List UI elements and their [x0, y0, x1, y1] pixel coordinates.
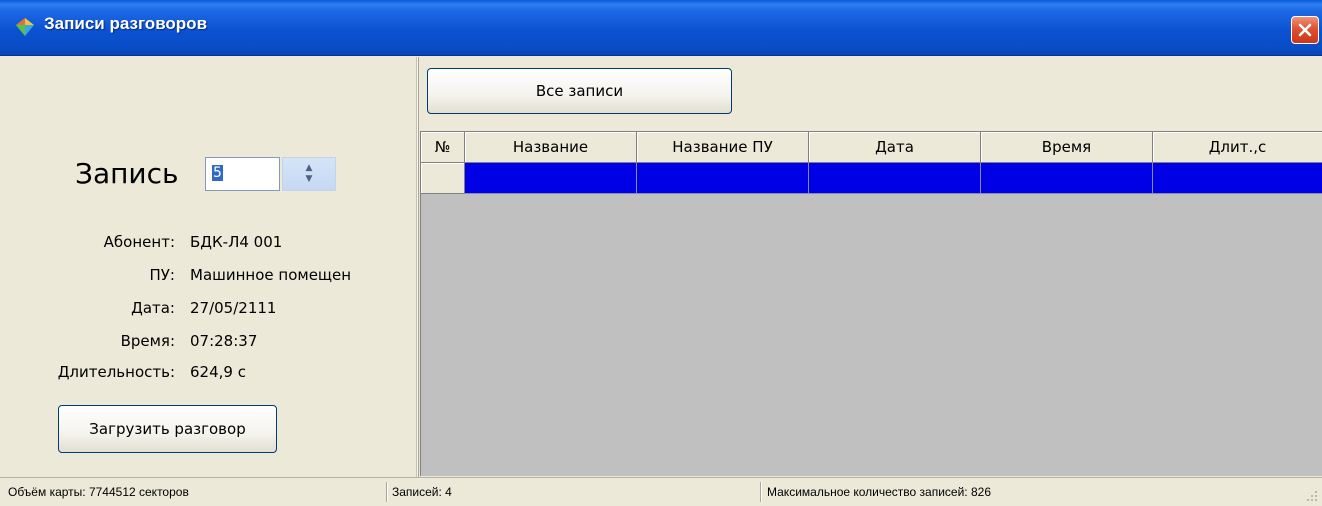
max-records-status: Максимальное количество записей: 826 — [767, 485, 991, 499]
spin-up-icon[interactable]: ▲ — [306, 164, 313, 173]
close-button[interactable] — [1291, 16, 1319, 44]
subscriber-label: Абонент: — [103, 233, 175, 251]
table-cell[interactable] — [465, 163, 637, 194]
row-indicator[interactable] — [421, 163, 465, 194]
panel-splitter[interactable] — [416, 57, 419, 477]
records-table[interactable]: № Название Название ПУ Дата Время Длит.,… — [420, 131, 1322, 476]
date-label: Дата: — [131, 299, 175, 317]
subscriber-value: БДК-Л4 001 — [190, 233, 283, 251]
column-date[interactable]: Дата — [809, 132, 981, 163]
record-label: Запись — [75, 157, 179, 190]
status-separator — [760, 482, 762, 502]
resize-grip-icon[interactable] — [1304, 488, 1318, 502]
status-bar: Объём карты: 7744512 секторов Записей: 4… — [0, 477, 1322, 506]
records-count-status: Записей: 4 — [392, 485, 452, 499]
load-conversation-button[interactable]: Загрузить разговор — [58, 405, 277, 453]
console-label: ПУ: — [149, 266, 175, 284]
table-header: № Название Название ПУ Дата Время Длит.,… — [421, 132, 1322, 163]
duration-label: Длительность: — [57, 363, 175, 381]
duration-value: 624,9 с — [190, 363, 246, 381]
title-bar: Записи разговоров — [0, 0, 1322, 56]
column-name[interactable]: Название — [465, 132, 637, 163]
record-number-input[interactable]: 5 — [205, 157, 280, 191]
close-icon — [1298, 23, 1312, 37]
column-number[interactable]: № — [421, 132, 465, 163]
all-records-button[interactable]: Все записи — [427, 68, 732, 114]
table-cell[interactable] — [1153, 163, 1322, 194]
date-value: 27/05/2111 — [190, 299, 277, 317]
spin-down-icon[interactable]: ▼ — [306, 175, 313, 184]
time-label: Время: — [120, 332, 175, 350]
window-title: Записи разговоров — [44, 14, 208, 33]
card-volume-status: Объём карты: 7744512 секторов — [8, 485, 189, 499]
time-value: 07:28:37 — [190, 332, 258, 350]
record-number-value: 5 — [212, 165, 223, 181]
console-value: Машинное помещен — [190, 266, 352, 284]
table-cell[interactable] — [981, 163, 1153, 194]
table-row[interactable] — [421, 163, 1322, 194]
app-diamond-icon — [16, 18, 34, 36]
record-number-spinner[interactable]: ▲ ▼ — [282, 157, 336, 191]
table-cell[interactable] — [637, 163, 809, 194]
column-time[interactable]: Время — [981, 132, 1153, 163]
table-cell[interactable] — [809, 163, 981, 194]
column-duration[interactable]: Длит.,с — [1153, 132, 1322, 163]
column-console-name[interactable]: Название ПУ — [637, 132, 809, 163]
status-separator — [386, 482, 388, 502]
